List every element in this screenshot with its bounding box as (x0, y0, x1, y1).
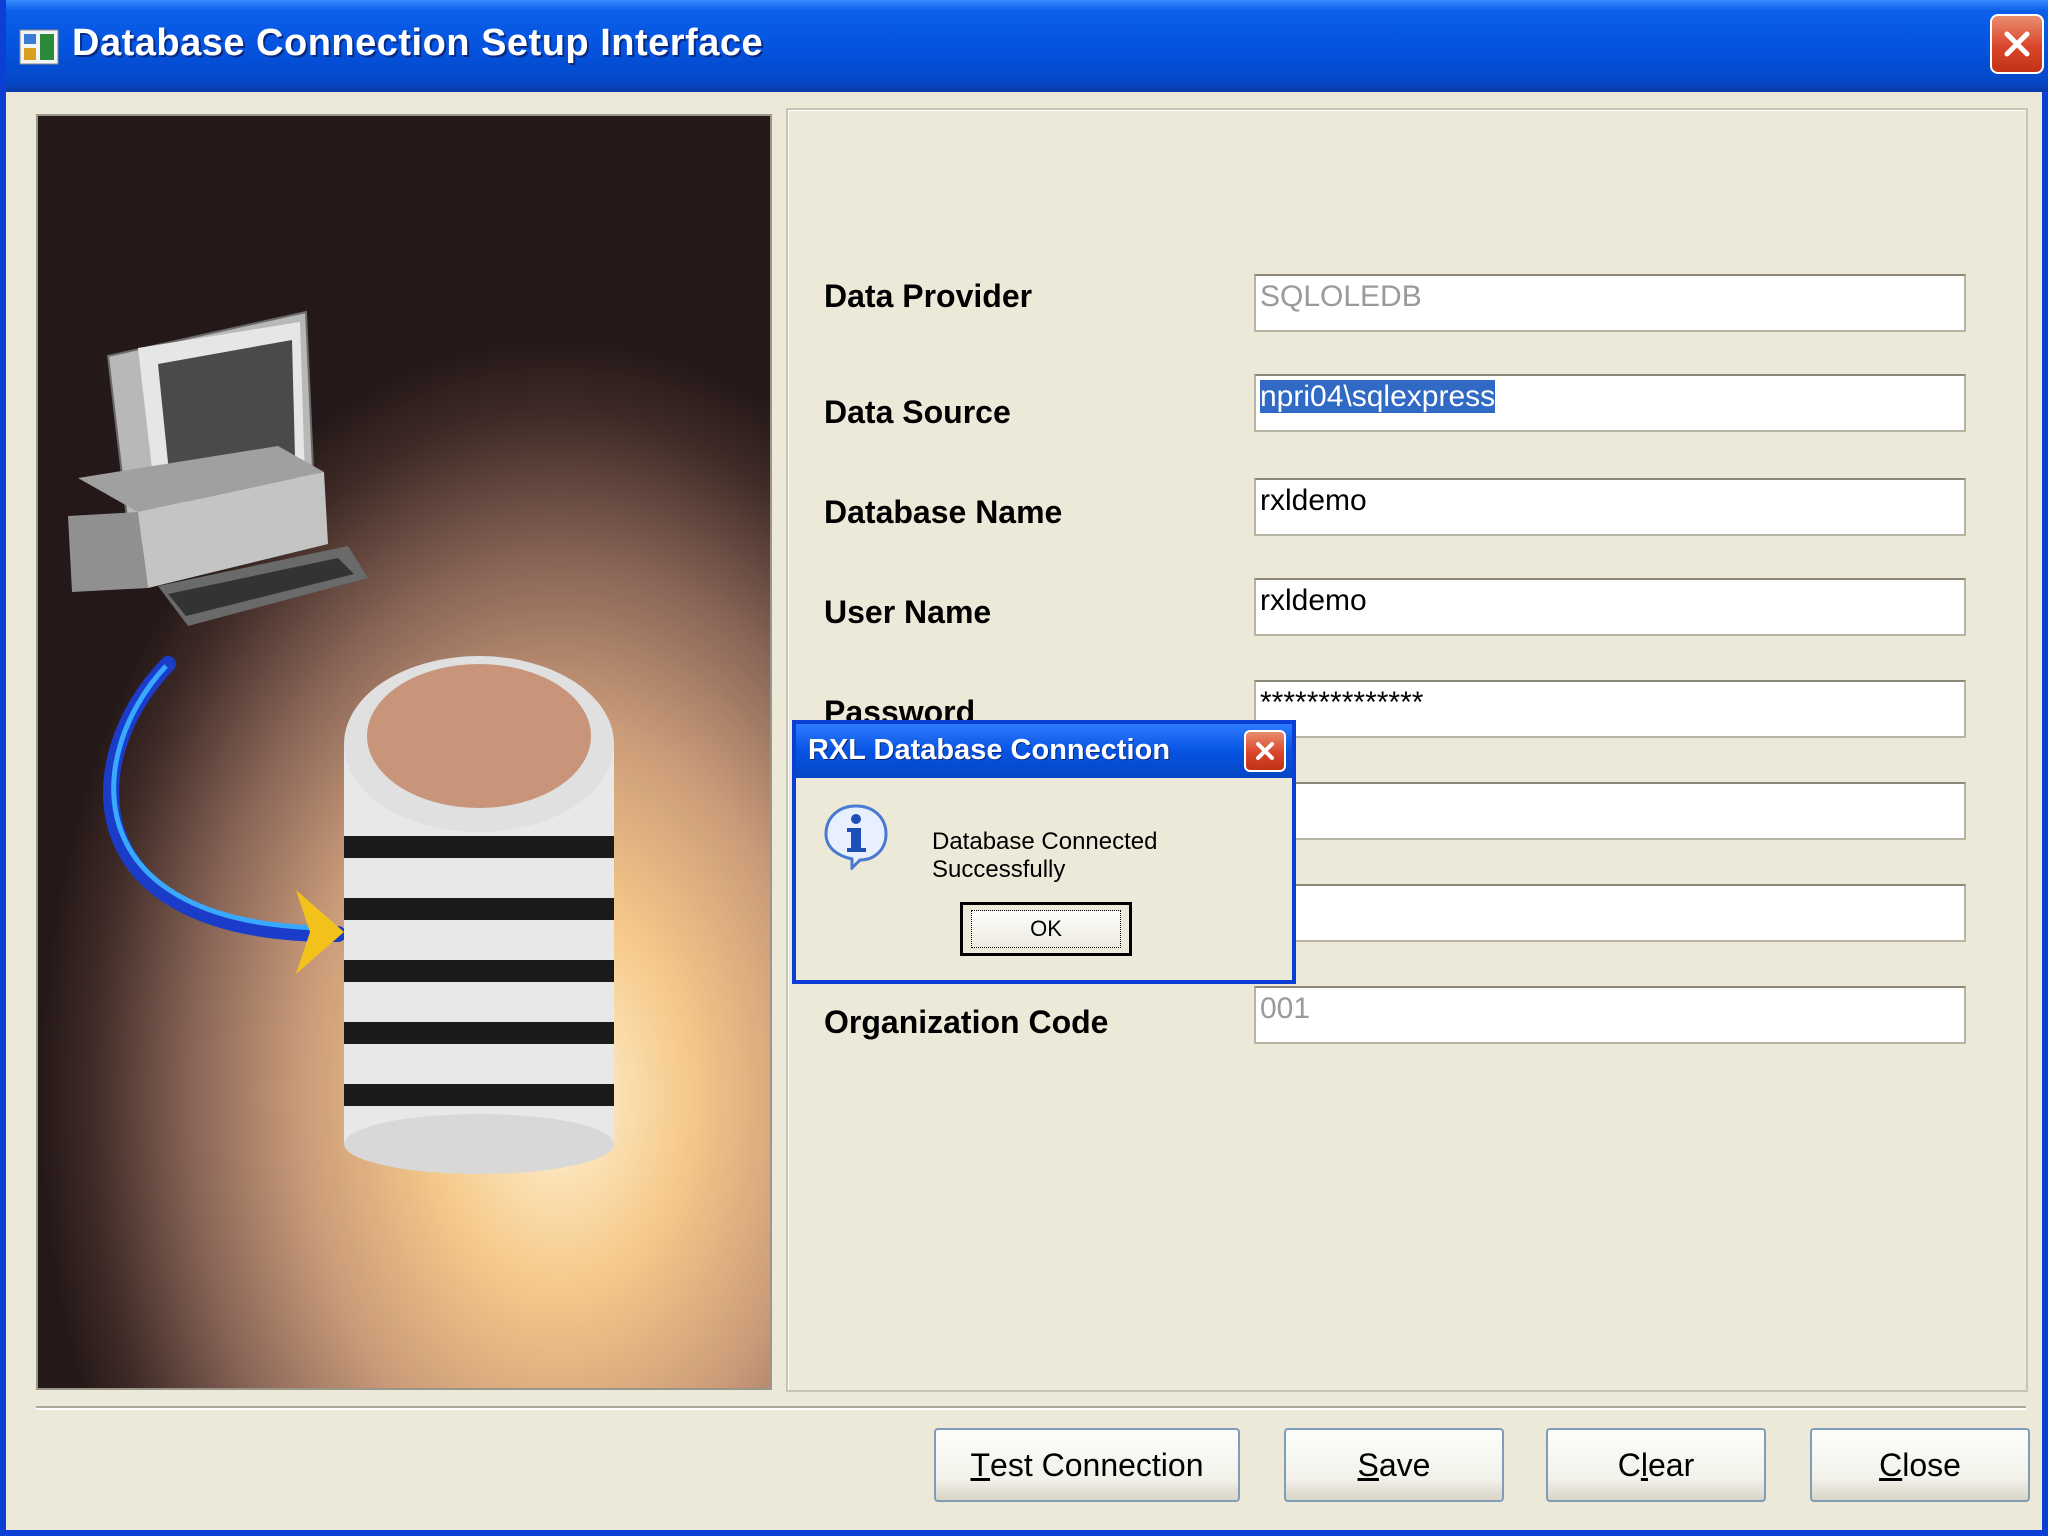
test-connection-mnemonic: T (970, 1446, 991, 1483)
organization-code-label: Organization Code (824, 1004, 1109, 1040)
user-name-field[interactable]: rxldemo (1254, 578, 1966, 636)
dialog-ok-button[interactable]: OK (960, 902, 1132, 956)
hidden-field-6[interactable] (1254, 782, 1966, 840)
data-provider-field[interactable]: SQLOLEDB (1254, 274, 1966, 332)
data-source-label: Data Source (824, 394, 1011, 430)
data-source-selected-text: npri04\sqlexpress (1260, 380, 1496, 413)
button-separator (36, 1406, 2026, 1410)
clear-label-start: C (1617, 1446, 1641, 1483)
app-icon (19, 29, 59, 65)
window-close-button[interactable] (1990, 14, 2044, 74)
close-button[interactable]: Close (1810, 1428, 2030, 1502)
database-name-label: Database Name (824, 494, 1063, 530)
dialog-close-button[interactable] (1244, 730, 1286, 772)
save-label: ave (1378, 1446, 1431, 1483)
message-dialog: RXL Database Connection Database Connect… (792, 720, 1296, 984)
save-mnemonic: S (1357, 1446, 1379, 1483)
clear-label: ear (1647, 1446, 1695, 1483)
hidden-field-7[interactable] (1254, 884, 1966, 942)
organization-code-field[interactable]: 001 (1254, 986, 1966, 1044)
user-name-label: User Name (824, 594, 992, 630)
data-provider-label: Data Provider (824, 278, 1033, 314)
clear-button[interactable]: Cl ear (1546, 1428, 1766, 1502)
window-title: Database Connection Setup Interface (72, 22, 764, 64)
save-button[interactable]: Save (1284, 1428, 1504, 1502)
illustration-panel (36, 114, 772, 1390)
data-source-field[interactable]: npri04\sqlexpress (1254, 374, 1966, 432)
dialog-message: Database Connected Successfully (932, 828, 1158, 883)
close-icon (2004, 31, 2030, 57)
dialog-title: RXL Database Connection (808, 734, 1171, 766)
clear-mnemonic: l (1640, 1446, 1648, 1483)
title-bar[interactable]: Database Connection Setup Interface (6, 0, 2048, 92)
database-name-field[interactable]: rxldemo (1254, 478, 1966, 536)
main-window: Database Connection Setup Interface Data… (0, 0, 2048, 1536)
test-connection-button[interactable]: Test Connection (934, 1428, 1240, 1502)
close-icon (1256, 742, 1274, 760)
test-connection-label: est Connection (990, 1446, 1204, 1483)
computer-database-illustration (68, 310, 614, 1174)
dialog-ok-label: OK (971, 910, 1121, 948)
password-field[interactable]: ************** (1254, 680, 1966, 738)
info-icon (824, 804, 888, 870)
close-mnemonic: C (1879, 1446, 1903, 1483)
dialog-title-bar[interactable]: RXL Database Connection (796, 724, 1292, 778)
close-label: lose (1902, 1446, 1961, 1483)
